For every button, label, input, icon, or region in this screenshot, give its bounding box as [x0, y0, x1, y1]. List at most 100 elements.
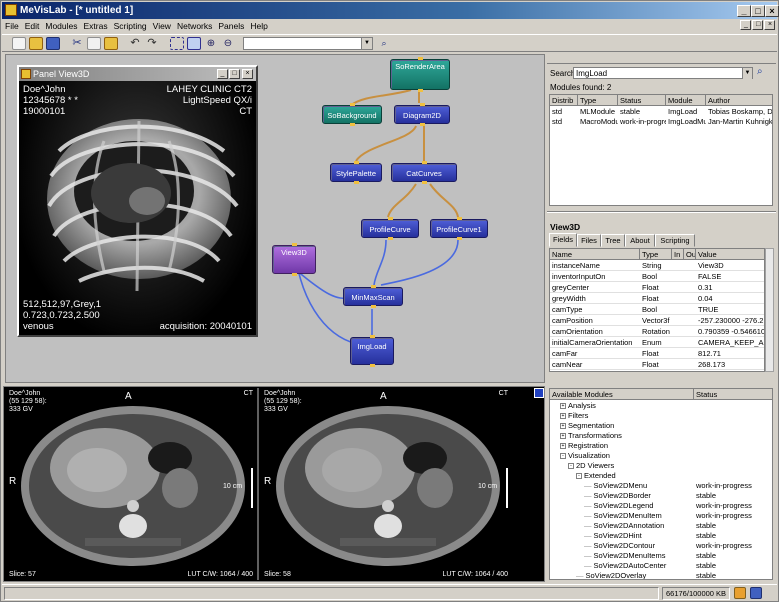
- col-status[interactable]: Status: [694, 389, 772, 400]
- wire-renderarea-background: [350, 89, 412, 106]
- col-status[interactable]: Status: [618, 95, 666, 106]
- tree-item-status: work-in-progress: [696, 511, 752, 520]
- tab-scripting[interactable]: Scripting: [655, 234, 695, 247]
- expand-icon[interactable]: +: [560, 403, 566, 410]
- tab-fields[interactable]: Fields: [549, 233, 577, 247]
- fit-view-icon[interactable]: [187, 37, 201, 50]
- panel-minimize-button[interactable]: _: [217, 69, 228, 79]
- search-icon[interactable]: ⌕: [757, 66, 763, 77]
- layout-toggle-icon[interactable]: [534, 388, 544, 398]
- search-input[interactable]: ImgLoad ▼: [573, 67, 753, 79]
- menu-view[interactable]: View: [150, 19, 174, 33]
- col-value[interactable]: Value: [696, 249, 764, 260]
- expand-icon[interactable]: +: [560, 423, 566, 430]
- menu-scripting[interactable]: Scripting: [111, 19, 150, 33]
- menu-panels[interactable]: Panels: [215, 19, 247, 33]
- cell: [672, 294, 684, 304]
- menu-modules[interactable]: Modules: [42, 19, 80, 33]
- cut-icon[interactable]: ✂: [70, 37, 84, 50]
- col-type[interactable]: Type: [578, 95, 618, 106]
- expand-icon[interactable]: +: [560, 443, 566, 450]
- cell: Enum: [640, 338, 672, 348]
- tree-item-label: SoView2DOverlay: [585, 571, 647, 580]
- chevron-down-icon[interactable]: ▼: [742, 68, 752, 79]
- save-icon[interactable]: [46, 37, 60, 50]
- node-label: ProfileCurve: [369, 225, 411, 234]
- col-type[interactable]: Type: [640, 249, 672, 260]
- mdi-close-button[interactable]: ×: [764, 20, 775, 30]
- viewer-divider[interactable]: [257, 388, 259, 580]
- mdi-minimize-button[interactable]: _: [740, 20, 751, 30]
- toolbar-module-combo[interactable]: ▼: [243, 37, 373, 50]
- node-view3d[interactable]: View3D: [272, 243, 316, 276]
- panel-title-bar[interactable]: Panel View3D _ □ ×: [19, 67, 256, 81]
- collapse-icon[interactable]: -: [568, 463, 574, 470]
- tab-about[interactable]: About: [625, 234, 655, 247]
- tab-files[interactable]: Files: [577, 234, 601, 247]
- status-bar: 66176/100000 KB: [2, 584, 777, 601]
- collapse-icon[interactable]: -: [576, 473, 582, 480]
- copy-icon[interactable]: [87, 37, 101, 50]
- tree-branch-icon: —: [584, 491, 592, 500]
- col-module[interactable]: Module: [666, 95, 706, 106]
- col-in[interactable]: In: [672, 249, 684, 260]
- menu-networks[interactable]: Networks: [174, 19, 215, 33]
- cell: camOrientation: [550, 327, 640, 337]
- expand-icon[interactable]: +: [560, 413, 566, 420]
- cell: camFar: [550, 349, 640, 359]
- find-module-icon[interactable]: ⌕: [377, 37, 391, 50]
- menu-edit[interactable]: Edit: [22, 19, 43, 33]
- fields-scrollbar[interactable]: [765, 248, 774, 372]
- viewer-2d-left[interactable]: Doe^John (55 129 58): 333 GV CT A R 10 c…: [5, 388, 256, 580]
- new-file-icon[interactable]: [12, 37, 26, 50]
- node-so-render-area[interactable]: SoRenderArea: [390, 57, 450, 92]
- cell: [684, 338, 696, 348]
- select-all-icon[interactable]: [170, 37, 184, 50]
- col-author[interactable]: Author: [706, 95, 772, 106]
- collapse-icon[interactable]: -: [560, 453, 566, 460]
- tree-branch-icon: —: [584, 521, 592, 530]
- wire-catcurves-profilecurve: [387, 183, 417, 218]
- node-imgload[interactable]: ImgLoad: [350, 335, 394, 367]
- col-distrib[interactable]: Distrib: [550, 95, 578, 106]
- panel-close-button[interactable]: ×: [242, 69, 253, 79]
- mdi-restore-button[interactable]: □: [752, 20, 763, 30]
- node-minmaxscan[interactable]: MinMaxScan: [343, 285, 403, 308]
- tab-tree[interactable]: Tree: [601, 234, 625, 247]
- node-profile-curve1[interactable]: ProfileCurve1: [430, 217, 488, 240]
- open-folder-icon[interactable]: [29, 37, 43, 50]
- undo-icon[interactable]: ↶: [128, 37, 142, 50]
- menu-extras[interactable]: Extras: [81, 19, 111, 33]
- maximize-button[interactable]: □: [751, 5, 765, 17]
- zoom-in-icon[interactable]: ⊕: [204, 37, 218, 50]
- chevron-down-icon[interactable]: ▼: [361, 38, 372, 49]
- cell: Rotation: [640, 327, 672, 337]
- node-so-background[interactable]: SoBackground: [322, 103, 382, 126]
- paste-icon[interactable]: [104, 37, 118, 50]
- log-icon[interactable]: [750, 587, 762, 599]
- minimize-button[interactable]: _: [737, 5, 751, 17]
- view3d-render[interactable]: Doe^John 12345678 * * 19000101 LAHEY CLI…: [19, 81, 256, 335]
- menu-help[interactable]: Help: [247, 19, 270, 33]
- panel-maximize-button[interactable]: □: [229, 69, 240, 79]
- console-icon[interactable]: [734, 587, 746, 599]
- viewer-2d-right[interactable]: Doe^John (55 129 58): 333 GV CT A R 10 c…: [260, 388, 511, 580]
- node-style-palette[interactable]: StylePalette: [330, 161, 382, 184]
- panel-view3d-window[interactable]: Panel View3D _ □ × Doe^John 12345678 * *…: [17, 65, 258, 337]
- col-out[interactable]: Ou: [684, 249, 696, 260]
- node-cat-curves[interactable]: CatCurves: [391, 161, 457, 184]
- col-name[interactable]: Name: [550, 249, 640, 260]
- splitter[interactable]: [547, 211, 776, 213]
- redo-icon[interactable]: ↷: [145, 37, 159, 50]
- col-available-modules[interactable]: Available Modules: [550, 389, 694, 400]
- cell: greyWidth: [550, 294, 640, 304]
- menu-file[interactable]: File: [2, 19, 22, 33]
- node-diagram2d[interactable]: Diagram2D: [394, 103, 450, 126]
- node-profile-curve[interactable]: ProfileCurve: [361, 217, 419, 240]
- close-button[interactable]: ×: [765, 5, 779, 17]
- cell: ImgLoad: [668, 107, 698, 116]
- zoom-out-icon[interactable]: ⊖: [221, 37, 235, 50]
- cell: [672, 349, 684, 359]
- ct-slice-image: [21, 406, 245, 566]
- expand-icon[interactable]: +: [560, 433, 566, 440]
